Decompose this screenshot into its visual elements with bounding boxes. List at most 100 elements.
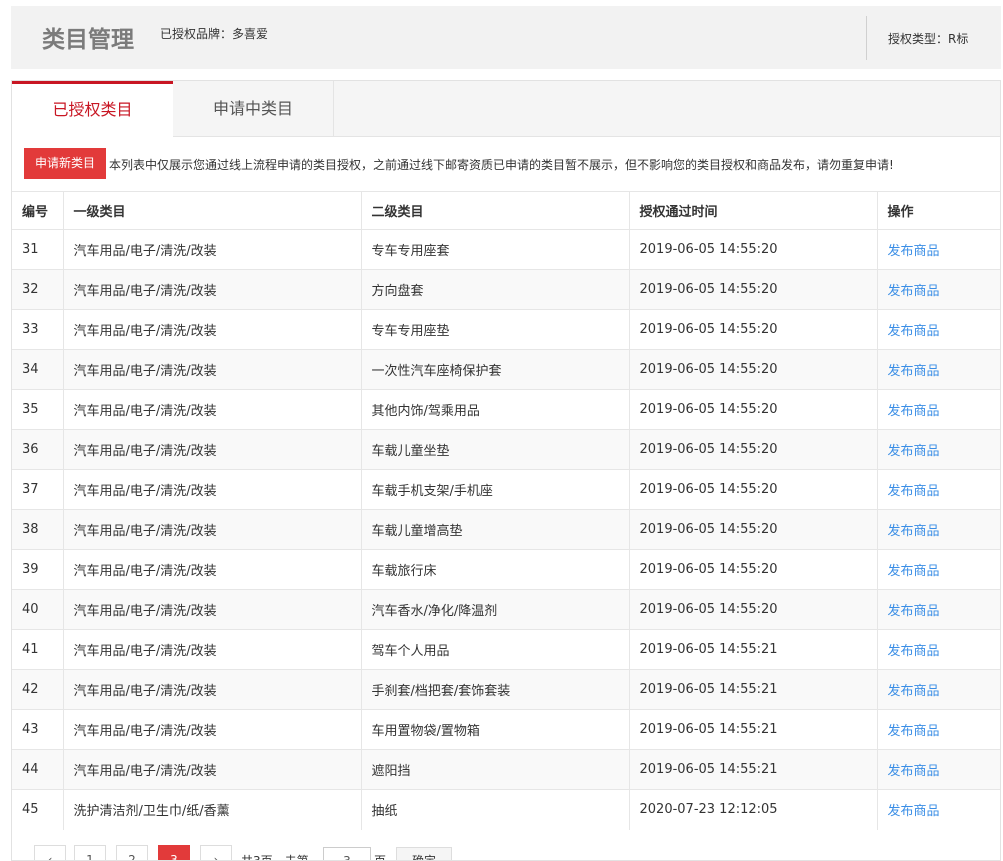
cell-id: 44 bbox=[12, 749, 64, 790]
publish-product-link[interactable]: 发布商品 bbox=[888, 804, 940, 819]
publish-product-link[interactable]: 发布商品 bbox=[888, 244, 940, 259]
cell-category1: 汽车用品/电子/清洗/改装 bbox=[63, 469, 362, 510]
cell-auth-time: 2019-06-05 14:55:20 bbox=[629, 229, 878, 270]
cell-action: 发布商品 bbox=[877, 309, 1000, 350]
cell-action: 发布商品 bbox=[877, 269, 1000, 310]
cell-category1: 汽车用品/电子/清洗/改装 bbox=[63, 389, 362, 430]
cell-action: 发布商品 bbox=[877, 669, 1000, 710]
tab-bar: 已授权类目 申请中类目 bbox=[12, 81, 1000, 138]
publish-product-link[interactable]: 发布商品 bbox=[888, 764, 940, 779]
cell-category1: 汽车用品/电子/清洗/改装 bbox=[63, 709, 362, 750]
publish-product-link[interactable]: 发布商品 bbox=[888, 444, 940, 459]
publish-product-link[interactable]: 发布商品 bbox=[888, 484, 940, 499]
cell-category2: 车载儿童坐垫 bbox=[361, 429, 630, 470]
publish-product-link[interactable]: 发布商品 bbox=[888, 644, 940, 659]
cell-category2: 车用置物袋/置物箱 bbox=[361, 709, 630, 750]
cell-auth-time: 2019-06-05 14:55:20 bbox=[629, 349, 878, 390]
cell-id: 45 bbox=[12, 789, 64, 830]
cell-id: 33 bbox=[12, 309, 64, 350]
cell-category1: 汽车用品/电子/清洗/改装 bbox=[63, 509, 362, 550]
cell-category2: 汽车香水/净化/降温剂 bbox=[361, 589, 630, 630]
column-header-action: 操作 bbox=[877, 191, 1000, 230]
total-pages-text: 共3页，去第 bbox=[241, 854, 309, 861]
cell-category1: 汽车用品/电子/清洗/改装 bbox=[63, 429, 362, 470]
table-row: 35 汽车用品/电子/清洗/改装 其他内饰/驾乘用品 2019-06-05 14:55… bbox=[12, 389, 1000, 430]
publish-product-link[interactable]: 发布商品 bbox=[888, 524, 940, 539]
cell-auth-time: 2019-06-05 14:55:20 bbox=[629, 389, 878, 430]
publish-product-link[interactable]: 发布商品 bbox=[888, 364, 940, 379]
cell-category2: 车载旅行床 bbox=[361, 549, 630, 590]
page-button-2[interactable]: 2 bbox=[116, 845, 148, 860]
cell-id: 31 bbox=[12, 229, 64, 270]
table-row: 38 汽车用品/电子/清洗/改装 车载儿童增高垫 2019-06-05 14:55:2… bbox=[12, 509, 1000, 550]
publish-product-link[interactable]: 发布商品 bbox=[888, 684, 940, 699]
cell-id: 41 bbox=[12, 629, 64, 670]
publish-product-link[interactable]: 发布商品 bbox=[888, 604, 940, 619]
cell-action: 发布商品 bbox=[877, 429, 1000, 470]
notice-text: 本列表中仅展示您通过线上流程申请的类目授权，之前通过线下邮寄资质已申请的类目暂不… bbox=[109, 158, 894, 172]
table-row: 40 汽车用品/电子/清洗/改装 汽车香水/净化/降温剂 2019-06-05 14:… bbox=[12, 589, 1000, 630]
cell-auth-time: 2019-06-05 14:55:20 bbox=[629, 469, 878, 510]
cell-category2: 手刹套/档把套/套饰套装 bbox=[361, 669, 630, 710]
table-row: 39 汽车用品/电子/清洗/改装 车载旅行床 2019-06-05 14:55:20 发… bbox=[12, 549, 1000, 590]
cell-auth-time: 2019-06-05 14:55:20 bbox=[629, 549, 878, 590]
table-row: 36 汽车用品/电子/清洗/改装 车载儿童坐垫 2019-06-05 14:55:20… bbox=[12, 429, 1000, 470]
cell-auth-time: 2019-06-05 14:55:20 bbox=[629, 589, 878, 630]
cell-action: 发布商品 bbox=[877, 389, 1000, 430]
table-row: 33 汽车用品/电子/清洗/改装 专车专用座垫 2019-06-05 14:55:20… bbox=[12, 309, 1000, 350]
cell-category1: 汽车用品/电子/清洗/改装 bbox=[63, 229, 362, 270]
cell-auth-time: 2019-06-05 14:55:21 bbox=[629, 749, 878, 790]
next-page-button[interactable]: › bbox=[200, 845, 232, 860]
cell-id: 36 bbox=[12, 429, 64, 470]
publish-product-link[interactable]: 发布商品 bbox=[888, 324, 940, 339]
cell-category2: 专车专用座套 bbox=[361, 229, 630, 270]
tab-pending-categories[interactable]: 申请中类目 bbox=[173, 81, 334, 137]
tab-authorized-categories[interactable]: 已授权类目 bbox=[12, 81, 173, 138]
goto-confirm-button[interactable]: 确定 bbox=[396, 847, 452, 860]
cell-category2: 遮阳挡 bbox=[361, 749, 630, 790]
cell-category1: 汽车用品/电子/清洗/改装 bbox=[63, 749, 362, 790]
publish-product-link[interactable]: 发布商品 bbox=[888, 404, 940, 419]
cell-action: 发布商品 bbox=[877, 229, 1000, 270]
cell-id: 39 bbox=[12, 549, 64, 590]
goto-page-input[interactable] bbox=[323, 847, 371, 860]
cell-id: 42 bbox=[12, 669, 64, 710]
table-row: 32 汽车用品/电子/清洗/改装 方向盘套 2019-06-05 14:55:20 发布… bbox=[12, 269, 1000, 310]
table-row: 37 汽车用品/电子/清洗/改装 车载手机支架/手机座 2019-06-05 14:5… bbox=[12, 469, 1000, 510]
table-header-row: 编号 一级类目 二级类目 授权通过时间 操作 bbox=[12, 191, 1000, 230]
cell-action: 发布商品 bbox=[877, 749, 1000, 790]
page-button-3[interactable]: 3 bbox=[158, 845, 190, 860]
cell-auth-time: 2019-06-05 14:55:21 bbox=[629, 669, 878, 710]
cell-auth-time: 2019-06-05 14:55:21 bbox=[629, 629, 878, 670]
cell-category1: 汽车用品/电子/清洗/改装 bbox=[63, 269, 362, 310]
column-header-time: 授权通过时间 bbox=[629, 191, 878, 230]
apply-new-category-button[interactable]: 申请新类目 bbox=[24, 148, 106, 179]
cell-category1: 汽车用品/电子/清洗/改装 bbox=[63, 549, 362, 590]
page-title: 类目管理 bbox=[42, 27, 134, 53]
cell-id: 38 bbox=[12, 509, 64, 550]
cell-auth-time: 2019-06-05 14:55:20 bbox=[629, 269, 878, 310]
cell-category2: 其他内饰/驾乘用品 bbox=[361, 389, 630, 430]
cell-category2: 一次性汽车座椅保护套 bbox=[361, 349, 630, 390]
cell-auth-time: 2019-06-05 14:55:20 bbox=[629, 309, 878, 350]
prev-page-button[interactable]: ‹ bbox=[34, 845, 66, 860]
column-header-category2: 二级类目 bbox=[361, 191, 630, 230]
cell-action: 发布商品 bbox=[877, 589, 1000, 630]
publish-product-link[interactable]: 发布商品 bbox=[888, 724, 940, 739]
page-suffix-text: 页 bbox=[374, 854, 387, 861]
column-header-category1: 一级类目 bbox=[63, 191, 362, 230]
cell-category2: 方向盘套 bbox=[361, 269, 630, 310]
cell-auth-time: 2020-07-23 12:12:05 bbox=[629, 789, 878, 830]
cell-auth-time: 2019-06-05 14:55:20 bbox=[629, 509, 878, 550]
table-row: 31 汽车用品/电子/清洗/改装 专车专用座套 2019-06-05 14:55:20… bbox=[12, 229, 1000, 270]
table-row: 42 汽车用品/电子/清洗/改装 手刹套/档把套/套饰套装 2019-06-05 14… bbox=[12, 669, 1000, 710]
cell-action: 发布商品 bbox=[877, 509, 1000, 550]
cell-action: 发布商品 bbox=[877, 789, 1000, 830]
publish-product-link[interactable]: 发布商品 bbox=[888, 284, 940, 299]
cell-id: 32 bbox=[12, 269, 64, 310]
publish-product-link[interactable]: 发布商品 bbox=[888, 564, 940, 579]
table-row: 34 汽车用品/电子/清洗/改装 一次性汽车座椅保护套 2019-06-05 14:5… bbox=[12, 349, 1000, 390]
table-row: 41 汽车用品/电子/清洗/改装 驾车个人用品 2019-06-05 14:55:21… bbox=[12, 629, 1000, 670]
page-button-1[interactable]: 1 bbox=[74, 845, 106, 860]
header-divider bbox=[866, 16, 867, 60]
